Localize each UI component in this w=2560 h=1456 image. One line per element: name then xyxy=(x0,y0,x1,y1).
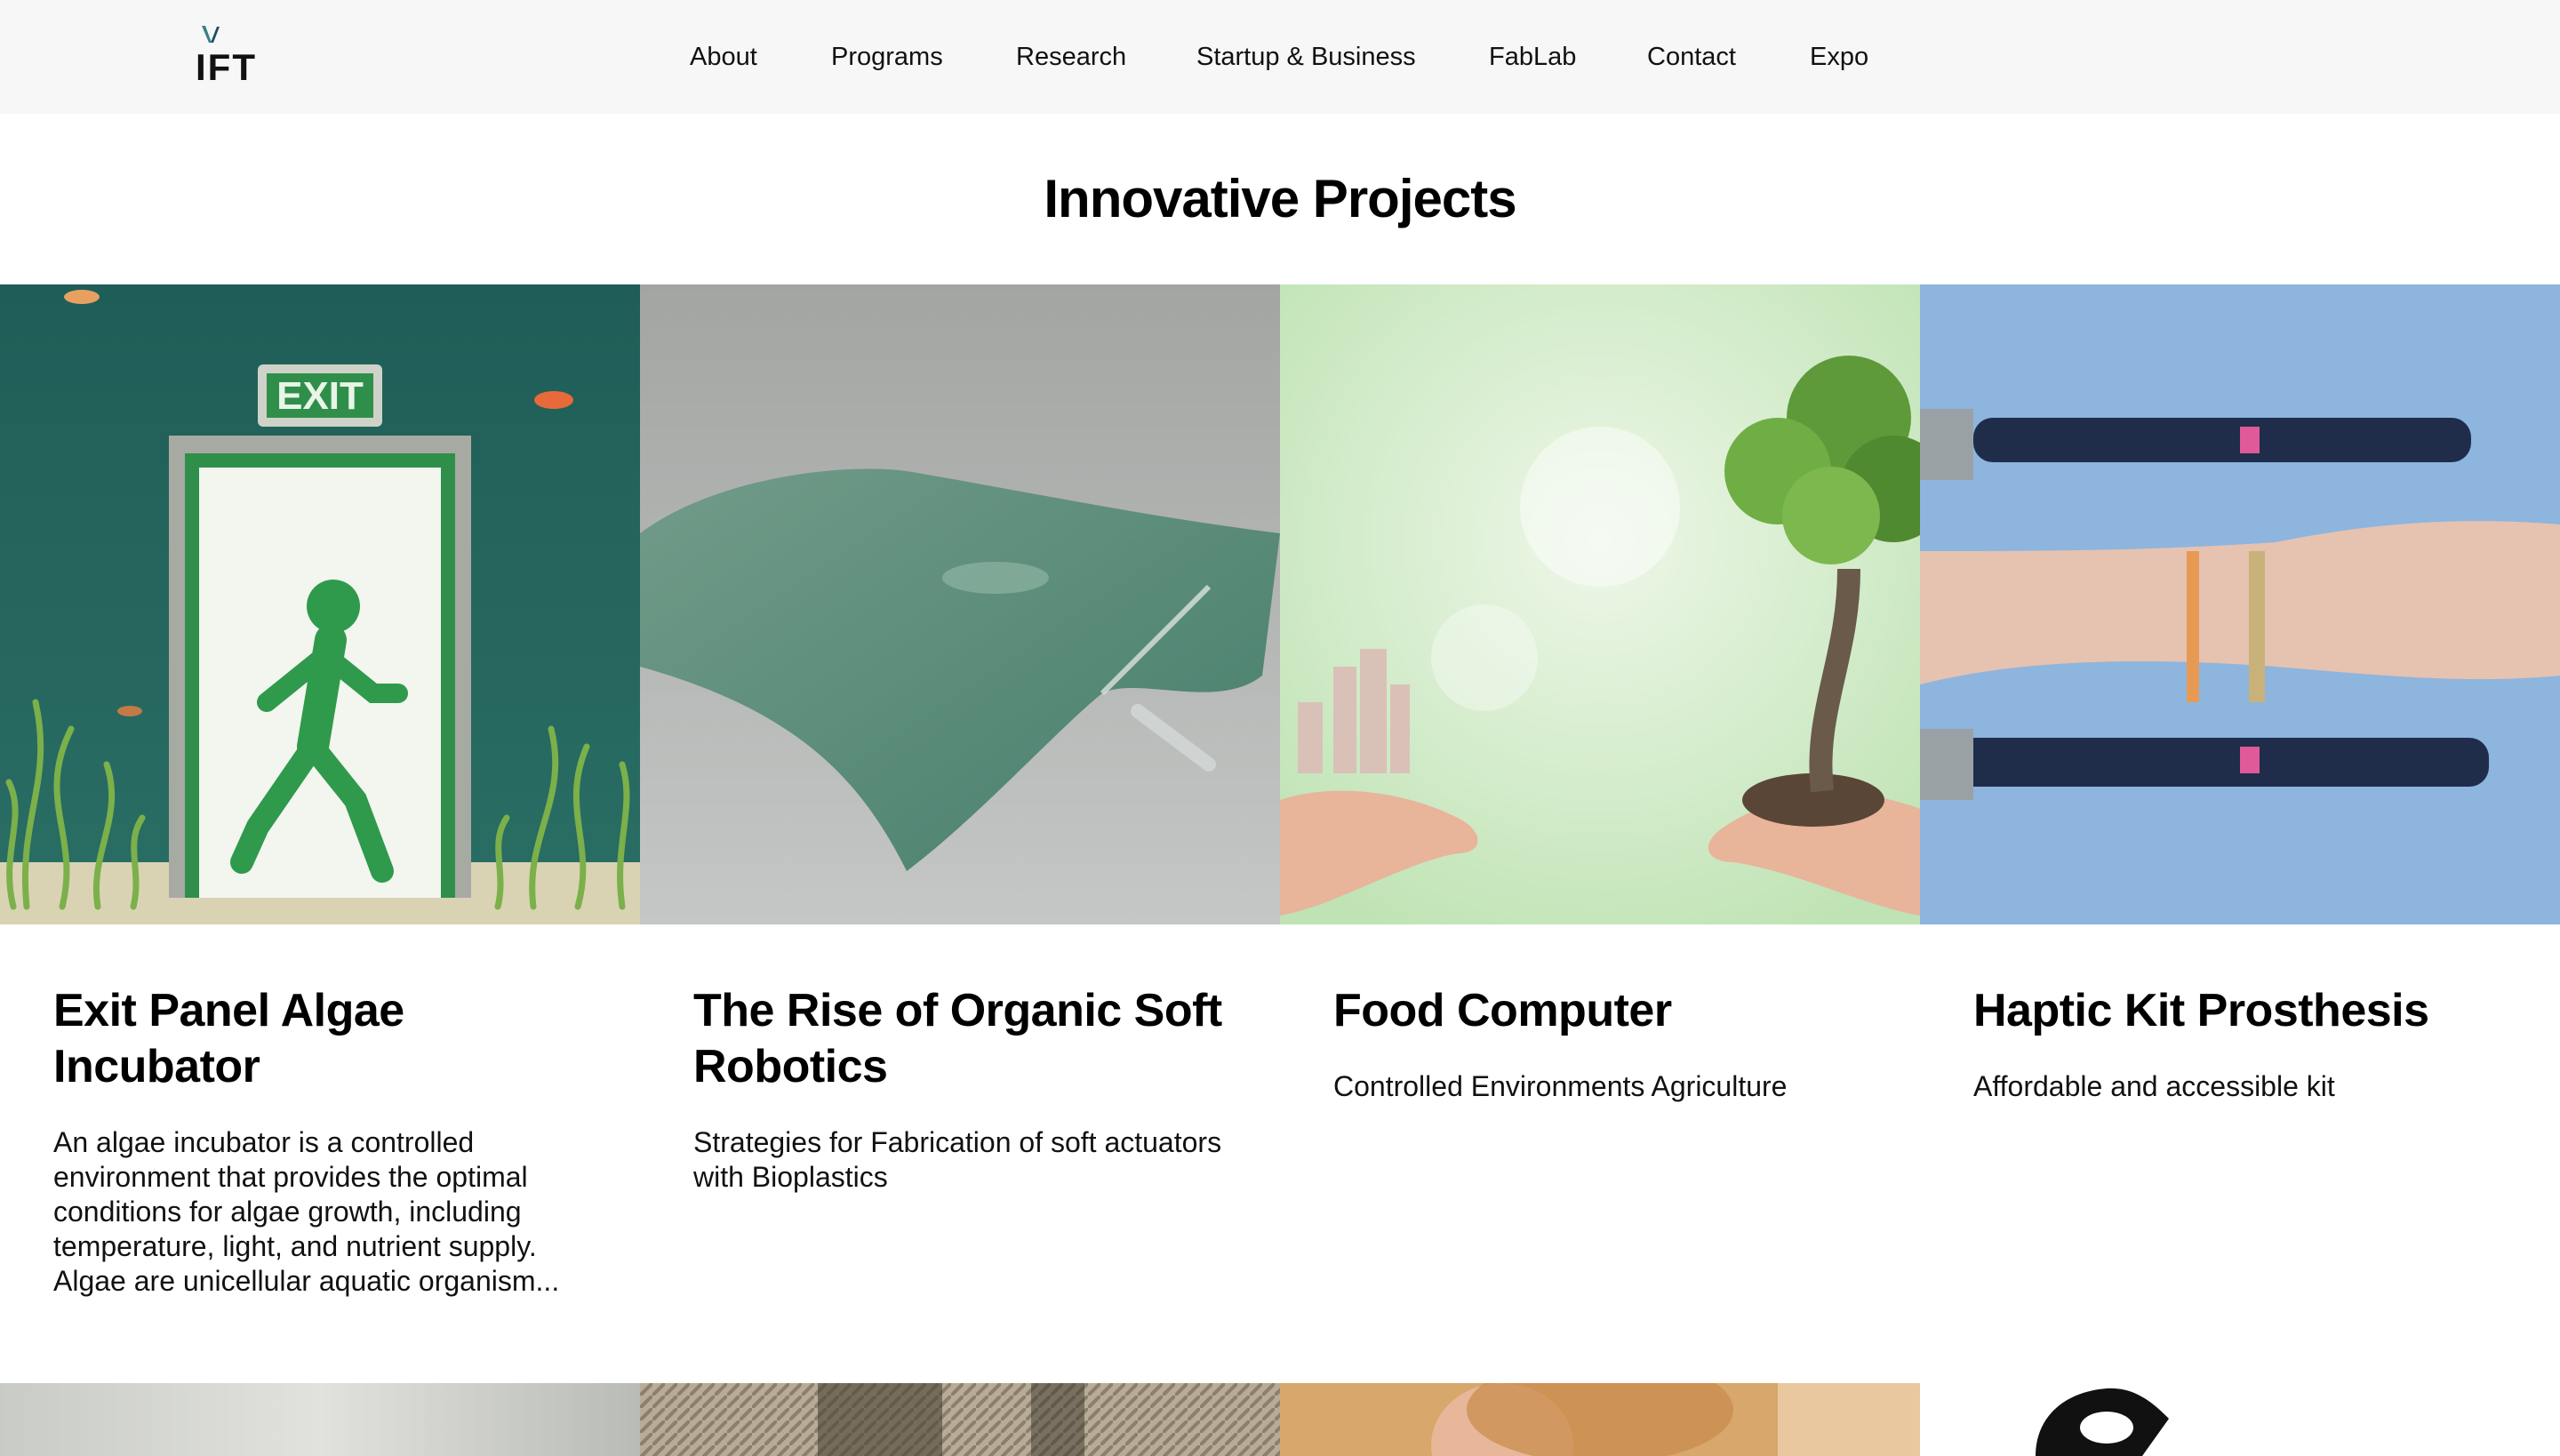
project-description: Affordable and accessible kit xyxy=(1973,1070,2335,1102)
project-description: Controlled Environments Agriculture xyxy=(1333,1070,1788,1102)
nav-fablab[interactable]: FabLab xyxy=(1489,39,1576,75)
project-title[interactable]: The Rise of Organic Soft Robotics xyxy=(693,983,1244,1095)
project-title[interactable]: Food Computer xyxy=(1333,983,1884,1039)
project-image-exit-panel: EXIT xyxy=(0,284,640,924)
project-title[interactable]: Exit Panel Algae Incubator xyxy=(53,983,604,1095)
project-image-food-computer xyxy=(1280,284,1920,924)
project-thumbnail-8[interactable] xyxy=(1920,1383,2560,1456)
project-title[interactable]: Haptic Kit Prosthesis xyxy=(1973,983,2524,1039)
main-nav: About Programs Research Startup & Busine… xyxy=(0,0,2560,114)
project-thumbnail-5[interactable] xyxy=(0,1383,640,1456)
project-description: Strategies for Fabrication of soft actua… xyxy=(693,1126,1222,1193)
nav-about[interactable]: About xyxy=(690,39,757,75)
project-image-haptic-kit xyxy=(1920,284,2560,924)
project-thumbnail-6[interactable] xyxy=(640,1383,1280,1456)
project-card-haptic-kit[interactable]: Haptic Kit Prosthesis Affordable and acc… xyxy=(1920,284,2560,1307)
nav-contact[interactable]: Contact xyxy=(1647,39,1736,75)
project-card-food-computer[interactable]: Food Computer Controlled Environments Ag… xyxy=(1280,284,1920,1307)
section-title: Innovative Projects xyxy=(1044,169,1516,228)
nav-expo[interactable]: Expo xyxy=(1810,39,1868,75)
nav-research[interactable]: Research xyxy=(1016,39,1126,75)
project-card-soft-robotics[interactable]: The Rise of Organic Soft Robotics Strate… xyxy=(640,284,1280,1307)
project-card-exit-panel[interactable]: EXIT Exit Panel Algae Incubator An algae… xyxy=(0,284,640,1307)
project-description: An algae incubator is a controlled envir… xyxy=(53,1126,560,1297)
nav-programs[interactable]: Programs xyxy=(831,39,943,75)
site-header: IFT About Programs Research Startup & Bu… xyxy=(0,0,2560,114)
nav-startup-business[interactable]: Startup & Business xyxy=(1196,39,1416,75)
exit-sign-text: EXIT xyxy=(276,374,364,418)
page: IFT About Programs Research Startup & Bu… xyxy=(0,0,2560,1456)
project-thumbnail-7[interactable] xyxy=(1280,1383,1920,1456)
project-image-soft-robotics xyxy=(640,284,1280,924)
